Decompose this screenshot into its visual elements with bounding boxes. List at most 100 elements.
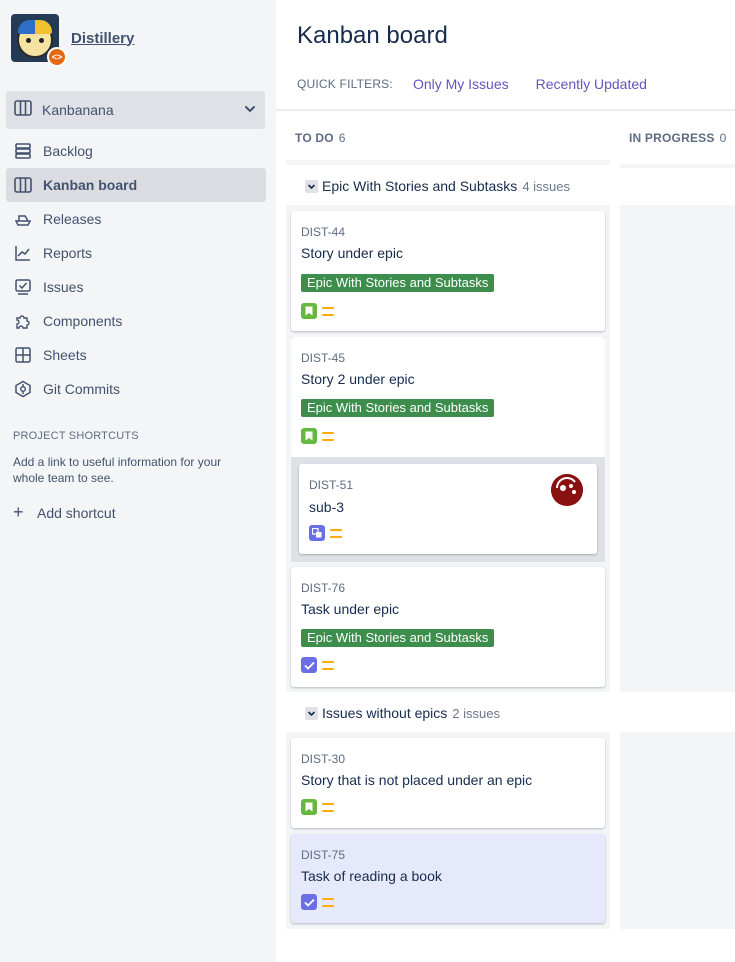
chevron-down-icon[interactable] [305, 179, 318, 193]
priority-medium-icon [330, 528, 342, 538]
filter-recently-updated[interactable]: Recently Updated [536, 76, 647, 92]
in-progress-column-top [620, 164, 735, 168]
card-icons [301, 799, 334, 815]
priority-medium-icon [322, 897, 334, 907]
in-progress-column-lane-1 [620, 205, 735, 692]
header-divider [276, 109, 735, 111]
sidebar-nav: Backlog Kanban board Releases Reports Is… [6, 134, 266, 406]
issues-icon [14, 278, 32, 296]
issue-key[interactable]: DIST-45 [301, 351, 345, 365]
sidebar: <> Distillery Kanbanana Backlog Kanban b… [0, 0, 276, 962]
add-shortcut-button[interactable]: + Add shortcut [13, 502, 116, 523]
sidebar-item-label: Backlog [43, 143, 93, 159]
sidebar-item-label: Reports [43, 245, 93, 261]
board-selector[interactable]: Kanbanana [6, 91, 265, 129]
shortcuts-description: Add a link to useful information for you… [13, 455, 222, 485]
sidebar-item-backlog[interactable]: Backlog [6, 134, 266, 168]
card-icons [301, 303, 334, 319]
sidebar-item-components[interactable]: Components [6, 304, 266, 338]
chevron-down-icon [243, 102, 257, 116]
card-icons [301, 894, 334, 910]
issue-key[interactable]: DIST-75 [301, 848, 345, 862]
board-icon [14, 99, 32, 121]
assignee-avatar[interactable] [551, 474, 583, 506]
chevron-down-icon[interactable] [305, 706, 318, 720]
swimlane-name: Epic With Stories and Subtasks [322, 178, 518, 194]
subtask-icon [309, 525, 325, 541]
chart-icon [14, 244, 32, 262]
sidebar-item-label: Releases [43, 211, 102, 227]
add-shortcut-label: Add shortcut [37, 504, 116, 521]
issue-key[interactable]: DIST-44 [301, 225, 345, 239]
issue-summary: sub-3 [309, 499, 345, 515]
quick-filters: QUICK FILTERS: Only My Issues Recently U… [297, 76, 647, 92]
epic-label[interactable]: Epic With Stories and Subtasks [301, 629, 495, 647]
project-avatar[interactable]: <> [11, 14, 67, 67]
story-icon [301, 303, 317, 319]
epic-label[interactable]: Epic With Stories and Subtasks [301, 274, 495, 292]
sidebar-item-releases[interactable]: Releases [6, 202, 266, 236]
issue-key[interactable]: DIST-76 [301, 581, 345, 595]
issue-summary: Story that is not placed under an epic [301, 772, 533, 788]
priority-medium-icon [322, 660, 334, 670]
column-count: 0 [719, 131, 727, 145]
backlog-icon [14, 142, 32, 160]
issue-key[interactable]: DIST-51 [309, 478, 353, 492]
issue-summary: Task of reading a book [301, 868, 442, 884]
issue-card-dist-30[interactable]: DIST-30 Story that is not placed under a… [291, 738, 605, 828]
task-checkbox-icon [301, 657, 317, 673]
column-name: TO DO [295, 131, 334, 145]
column-name: IN PROGRESS [629, 131, 715, 145]
swimlane-header-epic[interactable]: Epic With Stories and Subtasks 4 issues [305, 178, 570, 194]
sidebar-item-label: Issues [43, 279, 84, 295]
board-selector-label: Kanbanana [42, 102, 114, 118]
todo-column-top [286, 160, 610, 165]
sidebar-item-issues[interactable]: Issues [6, 270, 266, 304]
in-progress-column-lane-2 [620, 732, 735, 929]
swimlane-count: 2 issues [452, 705, 500, 721]
filter-only-my-issues[interactable]: Only My Issues [413, 76, 509, 92]
swimlane-count: 4 issues [522, 178, 571, 194]
task-checkbox-icon [301, 894, 317, 910]
story-icon [301, 428, 317, 444]
column-count: 6 [338, 131, 346, 145]
issue-card-dist-51[interactable]: DIST-51 sub-3 [299, 464, 597, 554]
sheets-icon [14, 346, 32, 364]
issue-card-dist-76[interactable]: DIST-76 Task under epic Epic With Storie… [291, 567, 605, 687]
board-main: Kanban board QUICK FILTERS: Only My Issu… [276, 0, 735, 962]
issue-key[interactable]: DIST-30 [301, 752, 345, 766]
column-header-in-progress: IN PROGRESS 0 [629, 131, 726, 145]
sidebar-item-git-commits[interactable]: Git Commits [6, 372, 266, 406]
priority-medium-icon [322, 306, 334, 316]
issue-card-dist-75[interactable]: DIST-75 Task of reading a book [291, 834, 605, 923]
project-header[interactable]: <> Distillery [11, 14, 134, 67]
project-name[interactable]: Distillery [71, 30, 134, 47]
epic-label[interactable]: Epic With Stories and Subtasks [301, 399, 495, 417]
sidebar-item-label: Sheets [43, 347, 87, 363]
issue-card-dist-44[interactable]: DIST-44 Story under epic Epic With Stori… [291, 211, 605, 331]
page-title: Kanban board [297, 22, 448, 49]
priority-medium-icon [322, 431, 334, 441]
issue-summary: Story 2 under epic [301, 371, 415, 387]
ship-icon [14, 210, 32, 228]
sidebar-item-sheets[interactable]: Sheets [6, 338, 266, 372]
shortcuts-heading: PROJECT SHORTCUTS [13, 430, 139, 442]
card-icons [301, 657, 334, 673]
card-icons [309, 525, 342, 541]
sidebar-item-label: Components [43, 313, 123, 329]
issue-card-dist-45[interactable]: DIST-45 Story 2 under epic Epic With Sto… [291, 337, 605, 457]
swimlane-header-no-epic[interactable]: Issues without epics 2 issues [305, 705, 500, 721]
swimlane-name: Issues without epics [322, 705, 448, 721]
column-header-todo: TO DO 6 [295, 131, 346, 145]
board-icon [14, 176, 32, 194]
issue-summary: Story under epic [301, 245, 403, 261]
story-icon [301, 799, 317, 815]
code-badge-icon: <> [47, 47, 67, 67]
sidebar-item-label: Kanban board [43, 177, 138, 193]
priority-medium-icon [322, 802, 334, 812]
issue-summary: Task under epic [301, 601, 400, 617]
sidebar-item-kanban-board[interactable]: Kanban board [6, 168, 266, 202]
quick-filters-label: QUICK FILTERS: [297, 77, 393, 91]
sidebar-item-label: Git Commits [43, 381, 120, 397]
sidebar-item-reports[interactable]: Reports [6, 236, 266, 270]
